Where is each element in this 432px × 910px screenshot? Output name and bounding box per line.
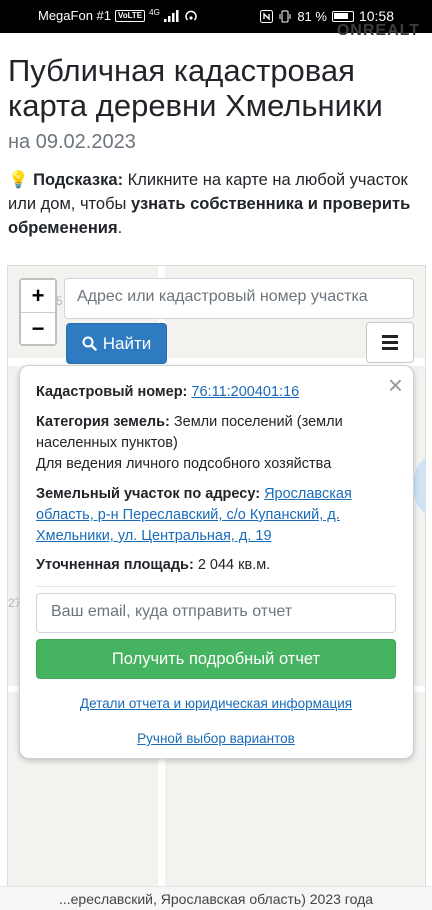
signal-icon <box>163 9 179 22</box>
volte-icon: VoLTE <box>115 9 146 22</box>
manual-selection-link[interactable]: Ручной выбор вариантов <box>36 731 396 746</box>
battery-icon <box>331 10 354 22</box>
page-title: Публичная кадастровая карта деревни Хмел… <box>8 53 383 123</box>
status-left: MegaFon #1 VoLTE 4G <box>38 8 198 23</box>
email-field[interactable]: Ваш email, куда отправить отчет <box>36 593 396 633</box>
cadastral-number-label: Кадастровый номер: <box>36 384 188 400</box>
land-category-row: Категория земель: Земли поселений (земли… <box>36 412 396 454</box>
address-label: Земельный участок по адресу: <box>36 486 261 502</box>
map-label: 5 <box>56 294 63 308</box>
hint-label: Подсказка: <box>33 171 124 189</box>
footer-caption: ...ереславский, Ярославская область) 202… <box>0 886 432 910</box>
zoom-control: + − <box>19 278 57 346</box>
network-type: 4G <box>149 7 160 17</box>
land-usage: Для ведения личного подсобного хозяйства <box>36 456 332 472</box>
area-row: Уточненная площадь: 2 044 кв.м. <box>36 555 396 576</box>
address-row: Земельный участок по адресу: Ярославская… <box>36 484 396 547</box>
report-details-link[interactable]: Детали отчета и юридическая информация <box>36 696 396 711</box>
lightbulb-icon: 💡 <box>8 171 29 189</box>
battery-percent: 81 % <box>297 8 327 24</box>
search-button-label: Найти <box>102 333 152 353</box>
carrier-name: MegaFon #1 <box>38 8 111 23</box>
search-button[interactable]: Найти <box>66 323 167 364</box>
nfc-icon <box>260 9 274 23</box>
menu-button[interactable] <box>366 322 414 363</box>
map-water <box>413 456 425 516</box>
zoom-out-button[interactable]: − <box>21 312 55 344</box>
page-date: на 09.02.2023 <box>8 131 136 153</box>
hamburger-icon-bar <box>382 341 398 344</box>
vibrate-icon <box>279 10 291 22</box>
divider <box>36 586 396 587</box>
area-value: 2 044 кв.м. <box>197 557 271 573</box>
area-label: Уточненная площадь: <box>36 557 194 573</box>
hotspot-icon <box>185 10 197 21</box>
cadastral-number-row: Кадастровый номер: 76:11:200401:16 <box>36 382 396 403</box>
watermark-logo: ONREALT <box>336 22 420 39</box>
parcel-popup: × Кадастровый номер: 76:11:200401:16 Кат… <box>19 365 414 759</box>
search-input[interactable]: Адрес или кадастровый номер участка <box>64 278 414 319</box>
hamburger-icon-bar <box>382 347 398 350</box>
hamburger-icon <box>382 335 398 338</box>
hint-end: . <box>117 219 123 237</box>
zoom-in-button[interactable]: + <box>21 280 55 312</box>
search-icon <box>82 336 97 351</box>
get-report-button[interactable]: Получить подробный отчет <box>36 639 396 679</box>
hint-text: 💡 Подсказка: Кликните на карте на любой … <box>8 168 426 240</box>
land-category-label: Категория земель: <box>36 414 170 430</box>
cadastral-number-link[interactable]: 76:11:200401:16 <box>191 384 299 400</box>
